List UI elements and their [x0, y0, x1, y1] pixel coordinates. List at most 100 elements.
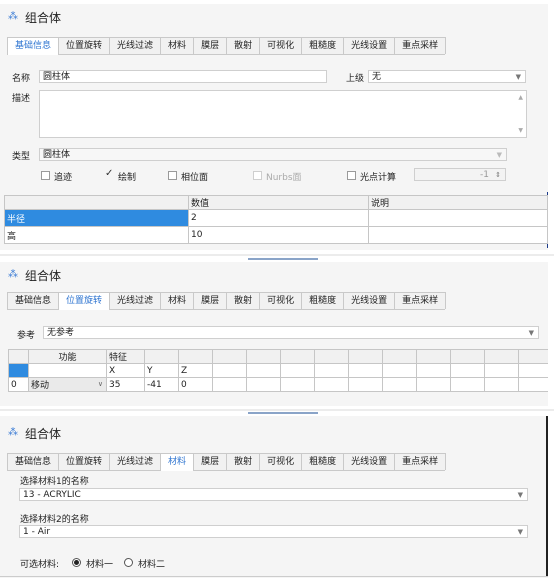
spot-label: 光点计算 [360, 173, 397, 183]
table-row[interactable]: 0 移动 ∨ 35 -41 0 [8, 377, 548, 392]
chevron-down-icon[interactable]: ▼ [518, 489, 523, 500]
tab-bar: 基础信息 位置旋转 光线过滤 材料 膜层 散射 可视化 粗糙度 光线设置 重点采… [7, 292, 447, 310]
row-desc-cell[interactable] [368, 209, 548, 227]
trace-label: 追迹 [54, 173, 73, 183]
spinner-icon: ⇕ [495, 171, 501, 179]
tab-basic-info[interactable]: 基础信息 [7, 292, 60, 309]
name-label: 名称 [12, 74, 31, 84]
z-cell[interactable]: 0 [178, 377, 213, 392]
tab-roughness[interactable]: 粗糙度 [301, 37, 345, 54]
tab-ray-settings[interactable]: 光线设置 [343, 453, 396, 470]
parent-label: 上级 [346, 74, 365, 84]
tab-basic-info[interactable]: 基础信息 [7, 453, 60, 470]
row-selector[interactable] [8, 363, 29, 378]
tab-material[interactable]: 材料 [160, 37, 195, 54]
draw-checkmark-icon[interactable]: ✓ [105, 168, 113, 179]
tab-visualization[interactable]: 可视化 [259, 453, 303, 470]
window-title: 组合体 [25, 268, 62, 283]
material2-select[interactable]: 1 - Air ▼ [19, 525, 528, 538]
tab-position-rotation[interactable]: 位置旋转 [58, 37, 111, 54]
reference-select[interactable]: 无参考 ▼ [43, 326, 539, 339]
scroll-up-icon[interactable]: ▲ [518, 94, 523, 101]
name-value: 圆柱体 [43, 72, 71, 82]
tab-importance-sampling[interactable]: 重点采样 [394, 292, 447, 309]
tab-roughness[interactable]: 粗糙度 [301, 292, 345, 309]
reference-label: 参考 [17, 331, 36, 341]
parent-value: 无 [372, 72, 382, 82]
parent-select[interactable]: 无 ▼ [368, 70, 526, 83]
material-one-radio[interactable] [72, 558, 81, 567]
function-value: 移动 [31, 381, 50, 391]
material1-select[interactable]: 13 - ACRYLIC ▼ [19, 488, 528, 501]
col-header-z: Z [178, 363, 213, 378]
row-name-cell[interactable]: 高 [4, 226, 189, 244]
type-value: 圆柱体 [43, 150, 71, 160]
separator-accent [248, 412, 318, 414]
title-bar: ⁂ 组合体 [0, 4, 548, 30]
tab-material[interactable]: 材料 [160, 453, 195, 471]
spot-checkbox[interactable] [347, 171, 356, 180]
tab-basic-info[interactable]: 基础信息 [7, 37, 60, 55]
tab-scatter[interactable]: 散射 [226, 37, 261, 54]
panel-position-rotation: ⁂ 组合体 基础信息 位置旋转 光线过滤 材料 膜层 散射 可视化 粗糙度 光线… [0, 262, 548, 406]
material1-label: 选择材料1的名称 [20, 477, 89, 487]
row-value-cell[interactable]: 10 [188, 226, 369, 244]
name-input[interactable]: 圆柱体 [39, 70, 327, 83]
x-cell[interactable]: 35 [106, 377, 145, 392]
type-select[interactable]: 圆柱体 ▼ [39, 148, 507, 161]
trace-checkbox[interactable] [41, 171, 50, 180]
table-subheader: X Y Z [8, 363, 548, 378]
draw-label: 绘制 [118, 173, 137, 183]
tab-scatter[interactable]: 散射 [226, 292, 261, 309]
table-row[interactable]: 高 10 [4, 226, 548, 244]
chevron-down-icon[interactable]: ▼ [497, 149, 502, 160]
tab-material[interactable]: 材料 [160, 292, 195, 309]
chevron-down-icon[interactable]: ∨ [98, 380, 103, 388]
col-header-value: 数值 [188, 195, 369, 210]
bottom-border [0, 576, 548, 577]
row-desc-cell[interactable] [368, 226, 548, 244]
title-bar: ⁂ 组合体 [0, 416, 548, 450]
row-value-cell[interactable]: 2 [188, 209, 369, 227]
material2-value: 1 - Air [23, 527, 51, 537]
phase-checkbox[interactable] [168, 171, 177, 180]
tab-roughness[interactable]: 粗糙度 [301, 453, 345, 470]
table-header: 功能 特征 [8, 349, 548, 364]
material-two-label: 材料二 [138, 560, 166, 570]
col-header-description: 说明 [368, 195, 548, 210]
tab-ray-filter[interactable]: 光线过滤 [109, 37, 162, 54]
chevron-down-icon[interactable]: ▼ [516, 71, 521, 82]
type-label: 类型 [12, 152, 31, 162]
material-two-radio[interactable] [124, 558, 133, 567]
phase-label: 相位面 [181, 173, 209, 183]
row-name-cell[interactable]: 半径 [4, 209, 189, 227]
tab-position-rotation[interactable]: 位置旋转 [58, 453, 111, 470]
y-cell[interactable]: -41 [144, 377, 179, 392]
table-row[interactable]: 半径 2 [4, 209, 548, 227]
chevron-down-icon[interactable]: ▼ [529, 327, 534, 338]
function-select[interactable]: 移动 ∨ [28, 377, 107, 392]
tab-visualization[interactable]: 可视化 [259, 37, 303, 54]
panel-basic-info: ⁂ 组合体 基础信息 位置旋转 光线过滤 材料 膜层 散射 可视化 粗糙度 光线… [0, 4, 548, 250]
panel-separator [0, 254, 554, 256]
tab-ray-filter[interactable]: 光线过滤 [109, 292, 162, 309]
separator-accent [248, 258, 318, 260]
spot-value: -1 [480, 170, 489, 180]
scroll-down-icon[interactable]: ▼ [518, 127, 523, 134]
tab-coating[interactable]: 膜层 [193, 37, 228, 54]
tab-ray-settings[interactable]: 光线设置 [343, 37, 396, 54]
row-index: 0 [8, 377, 29, 392]
description-textarea[interactable]: ▲ ▼ [39, 90, 527, 138]
tab-importance-sampling[interactable]: 重点采样 [394, 37, 447, 54]
tab-ray-filter[interactable]: 光线过滤 [109, 453, 162, 470]
chevron-down-icon[interactable]: ▼ [518, 526, 523, 537]
tab-importance-sampling[interactable]: 重点采样 [394, 453, 447, 470]
tab-coating[interactable]: 膜层 [193, 453, 228, 470]
tab-position-rotation[interactable]: 位置旋转 [58, 292, 111, 310]
tab-scatter[interactable]: 散射 [226, 453, 261, 470]
window-title: 组合体 [25, 10, 62, 25]
tab-visualization[interactable]: 可视化 [259, 292, 303, 309]
tab-ray-settings[interactable]: 光线设置 [343, 292, 396, 309]
description-label: 描述 [12, 94, 31, 104]
tab-coating[interactable]: 膜层 [193, 292, 228, 309]
